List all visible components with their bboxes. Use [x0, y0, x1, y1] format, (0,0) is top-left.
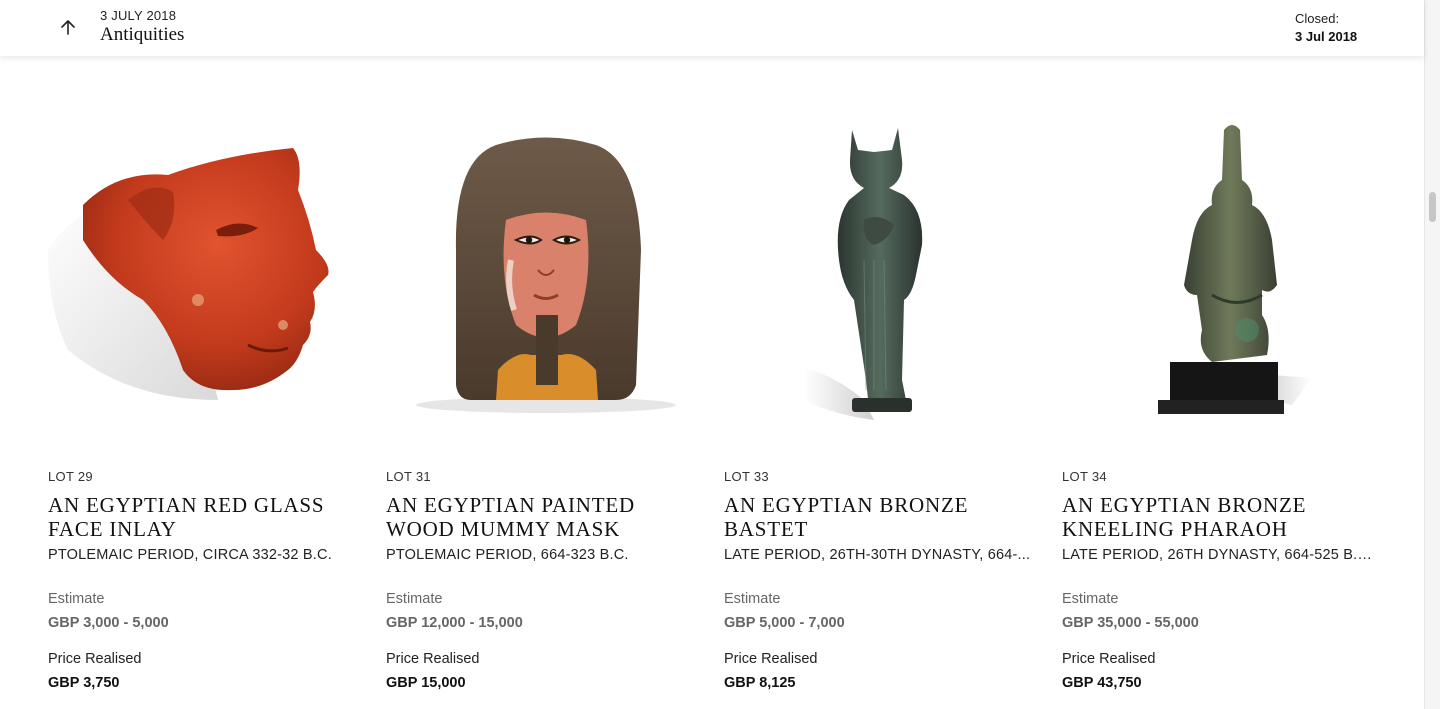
lot-card[interactable]: LOT 31 AN EGYPTIAN PAINTED WOOD MUMMY MA… [386, 100, 696, 691]
lot-image-kneeling-pharaoh[interactable] [1062, 100, 1372, 430]
closed-label: Closed: [1295, 11, 1340, 26]
lot-number: LOT 33 [724, 469, 769, 484]
lot-title[interactable]: AN EGYPTIAN BRONZE BASTET [724, 493, 1024, 541]
lot-subtitle: PTOLEMAIC PERIOD, CIRCA 332-32 B.C. [48, 547, 332, 563]
estimate-label: Estimate [386, 591, 443, 607]
estimate-value: GBP 35,000 - 55,000 [1062, 615, 1199, 631]
price-realised-value: GBP 3,750 [48, 675, 120, 691]
estimate-label: Estimate [1062, 591, 1119, 607]
closed-date: 3 Jul 2018 [1295, 29, 1358, 44]
price-realised-label: Price Realised [48, 651, 142, 667]
lot-subtitle: LATE PERIOD, 26TH DYNASTY, 664-525 B.C. [1062, 547, 1372, 563]
scrollbar-thumb[interactable] [1429, 192, 1436, 222]
lot-subtitle: LATE PERIOD, 26TH-30TH DYNASTY, 664-... [724, 547, 1031, 563]
lot-number: LOT 31 [386, 469, 431, 484]
estimate-value: GBP 5,000 - 7,000 [724, 615, 845, 631]
lot-image-red-glass-face[interactable] [48, 100, 358, 430]
price-realised-label: Price Realised [1062, 651, 1156, 667]
lot-card[interactable]: LOT 34 AN EGYPTIAN BRONZE KNEELING PHARA… [1062, 100, 1372, 691]
vertical-scrollbar[interactable] [1424, 0, 1440, 709]
sale-header: 3 JULY 2018 Antiquities Closed: 3 Jul 20… [0, 0, 1424, 56]
sale-date: 3 JULY 2018 [100, 8, 177, 23]
lot-number: LOT 34 [1062, 469, 1107, 484]
estimate-label: Estimate [724, 591, 781, 607]
arrow-up-icon[interactable] [55, 14, 81, 40]
lot-card[interactable]: LOT 29 AN EGYPTIAN RED GLASS FACE INLAY … [48, 100, 358, 691]
lot-title[interactable]: AN EGYPTIAN PAINTED WOOD MUMMY MASK [386, 493, 686, 541]
lot-subtitle: PTOLEMAIC PERIOD, 664-323 B.C. [386, 547, 629, 563]
sale-title[interactable]: Antiquities [100, 24, 184, 46]
lot-title[interactable]: AN EGYPTIAN BRONZE KNEELING PHARAOH [1062, 493, 1362, 541]
price-realised-value: GBP 8,125 [724, 675, 796, 691]
lot-title[interactable]: AN EGYPTIAN RED GLASS FACE INLAY [48, 493, 348, 541]
price-realised-label: Price Realised [386, 651, 480, 667]
price-realised-value: GBP 43,750 [1062, 675, 1142, 691]
estimate-value: GBP 3,000 - 5,000 [48, 615, 169, 631]
lot-number: LOT 29 [48, 469, 93, 484]
price-realised-value: GBP 15,000 [386, 675, 466, 691]
estimate-label: Estimate [48, 591, 105, 607]
lot-image-bronze-bastet[interactable] [724, 100, 1034, 430]
lot-card[interactable]: LOT 33 AN EGYPTIAN BRONZE BASTET LATE PE… [724, 100, 1034, 691]
price-realised-label: Price Realised [724, 651, 818, 667]
estimate-value: GBP 12,000 - 15,000 [386, 615, 523, 631]
lot-image-mummy-mask[interactable] [386, 100, 696, 430]
